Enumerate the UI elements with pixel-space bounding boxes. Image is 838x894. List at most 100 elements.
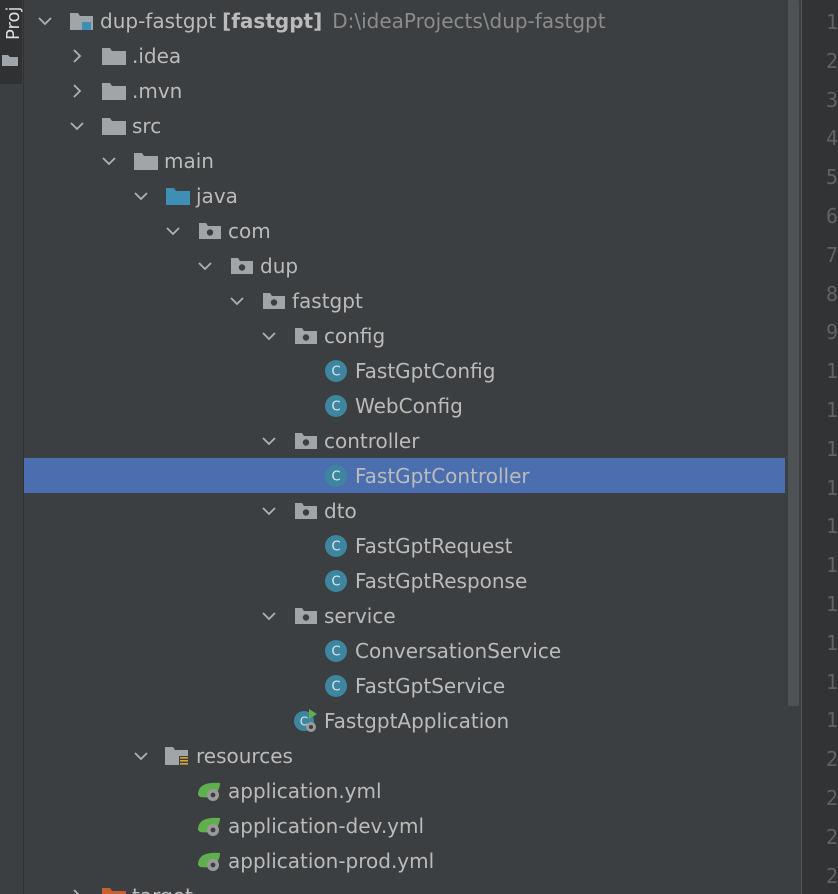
chevron-right-icon[interactable] [68, 82, 86, 100]
svg-text:C: C [331, 574, 340, 589]
tree-item-label: FastGptController [355, 463, 530, 488]
tree-item[interactable]: application.yml [24, 773, 801, 808]
chevron-down-icon[interactable] [132, 747, 150, 765]
project-tool-tab[interactable]: Proj [0, 0, 24, 84]
svg-text:C: C [331, 399, 340, 414]
tree-item[interactable]: java [24, 178, 801, 213]
root-path: D:\ideaProjects\dup-fastgpt [332, 8, 606, 33]
line-number: 3 [826, 87, 838, 112]
chevron-down-icon[interactable] [100, 152, 118, 170]
tree-item[interactable]: .idea [24, 38, 801, 73]
tree-item[interactable]: target [24, 878, 801, 894]
chevron-down-icon[interactable] [228, 292, 246, 310]
editor-gutter: 1234567891011121314151617181920212223 [801, 0, 838, 894]
tree-item[interactable]: C FastgptApplication [24, 703, 801, 738]
folder-icon [100, 115, 128, 137]
chevron-down-icon[interactable] [164, 222, 182, 240]
package-icon [292, 325, 320, 347]
tree-item[interactable]: resources [24, 738, 801, 773]
tree-item-label: com [228, 218, 271, 243]
root-name: dup-fastgpt [100, 8, 217, 33]
line-number: 21 [826, 786, 838, 810]
svg-text:C: C [331, 644, 340, 659]
tree-item[interactable]: C FastGptResponse [24, 563, 801, 598]
folder-icon [1, 52, 19, 71]
spring-config-icon [196, 780, 224, 802]
tree-item-label: FastGptRequest [355, 533, 513, 558]
line-number: 23 [826, 863, 838, 888]
tree-item[interactable]: service [24, 598, 801, 633]
package-icon [292, 430, 320, 452]
tree-item[interactable]: fastgpt [24, 283, 801, 318]
class-icon: C [324, 534, 348, 557]
chevron-down-icon[interactable] [36, 12, 54, 30]
tree-root-item[interactable]: dup-fastgpt [fastgpt] D:\ideaProjects\du… [24, 3, 801, 38]
line-number: 6 [826, 204, 838, 228]
scrollbar-thumb[interactable] [788, 0, 799, 706]
chevron-down-icon[interactable] [260, 607, 278, 625]
tree-item[interactable]: application-dev.yml [24, 808, 801, 843]
tree-item[interactable]: controller [24, 423, 801, 458]
class-icon: C [324, 464, 348, 487]
tree-item-label: controller [324, 428, 420, 453]
tree-item-label: application-prod.yml [228, 848, 435, 873]
tree-item[interactable]: C ConversationService [24, 633, 801, 668]
chevron-down-icon[interactable] [260, 327, 278, 345]
line-number: 16 [826, 592, 838, 616]
tree-item-label: .mvn [132, 78, 183, 103]
tree-item[interactable]: com [24, 213, 801, 248]
line-number: 4 [826, 126, 838, 151]
package-icon [260, 290, 288, 312]
line-number: 15 [826, 553, 838, 578]
tree-item[interactable]: C FastGptConfig [24, 353, 801, 388]
tree-item[interactable]: C WebConfig [24, 388, 801, 423]
line-number: 1 [826, 10, 838, 34]
tree-item-label: FastGptResponse [355, 568, 528, 593]
tree-item-label: target [132, 884, 193, 894]
line-number: 13 [826, 475, 838, 500]
line-number: 5 [826, 165, 838, 190]
chevron-down-icon[interactable] [196, 257, 214, 275]
spring-app-icon: C [292, 708, 320, 732]
svg-text:C: C [331, 364, 340, 379]
chevron-down-icon[interactable] [260, 502, 278, 520]
tree-item-label: FastgptApplication [324, 708, 510, 733]
tree-item[interactable]: C FastGptService [24, 668, 801, 703]
tree-item[interactable]: C FastGptController [24, 458, 801, 493]
project-tool-tab-label: Proj [3, 6, 24, 40]
line-number: 22 [826, 824, 838, 849]
tree-item[interactable]: src [24, 108, 801, 143]
chevron-down-icon[interactable] [260, 432, 278, 450]
excluded-folder-icon [100, 885, 128, 894]
tree-item[interactable]: application-prod.yml [24, 843, 801, 878]
tree-item[interactable]: config [24, 318, 801, 353]
tree-item-label: FastGptConfig [355, 358, 496, 383]
tree-item[interactable]: .mvn [24, 73, 801, 108]
chevron-right-icon[interactable] [68, 47, 86, 65]
tree-item[interactable]: main [24, 143, 801, 178]
tree-item[interactable]: dto [24, 493, 801, 528]
line-number: 19 [826, 708, 838, 733]
line-number: 9 [826, 320, 838, 345]
tree-item-label: config [324, 323, 386, 348]
project-tree[interactable]: dup-fastgpt [fastgpt] D:\ideaProjects\du… [24, 0, 801, 894]
line-number: 8 [826, 281, 838, 306]
tree-item[interactable]: dup [24, 248, 801, 283]
tree-item-label: WebConfig [355, 393, 463, 418]
tree-item-label: service [324, 603, 396, 628]
svg-text:C: C [331, 539, 340, 554]
tree-item[interactable]: C FastGptRequest [24, 528, 801, 563]
chevron-down-icon[interactable] [68, 117, 86, 135]
chevron-right-icon[interactable] [68, 887, 86, 894]
chevron-down-icon[interactable] [132, 187, 150, 205]
side-tool-strip: Proj [0, 0, 24, 894]
tree-item-label: main [164, 148, 214, 173]
class-icon: C [324, 359, 348, 382]
